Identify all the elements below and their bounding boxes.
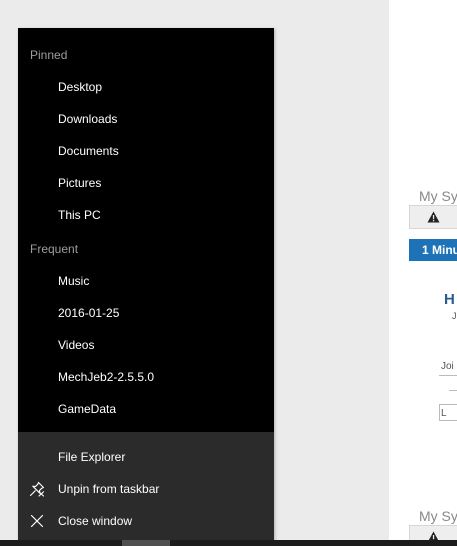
last-label: L [441, 408, 447, 419]
pinned-item-pictures[interactable]: Pictures [18, 168, 274, 198]
unpin-from-taskbar-task[interactable]: Unpin from taskbar [18, 474, 274, 504]
frequent-header: Frequent [30, 242, 79, 256]
close-icon [30, 514, 44, 528]
unpin-icon [29, 481, 45, 497]
divider [449, 390, 457, 391]
warning-box-top [409, 205, 457, 229]
pinned-item-this-pc[interactable]: This PC [18, 200, 274, 230]
time-filter-tab[interactable]: 1 Minu [409, 239, 457, 261]
pinned-header: Pinned [30, 48, 68, 62]
taskbar [0, 540, 457, 546]
joined-label: Joi [441, 361, 454, 372]
divider [439, 405, 440, 420]
divider [439, 420, 457, 421]
frequent-item-music[interactable]: Music [18, 266, 274, 296]
tasks-section: File Explorer Unpin from taskbar Close w… [18, 432, 274, 540]
frequent-item-gamedata[interactable]: GameData [18, 394, 274, 424]
file-explorer-jump-list: Pinned Desktop Downloads Documents Pictu… [18, 28, 274, 540]
frequent-item-mechjeb[interactable]: MechJeb2-2.5.5.0 [18, 362, 274, 392]
close-window-label: Close window [58, 514, 133, 528]
warning-box-bottom [409, 525, 457, 540]
unpin-label: Unpin from taskbar [58, 482, 160, 496]
warning-icon [427, 211, 440, 223]
taskbar-file-explorer-button[interactable] [122, 540, 170, 546]
pinned-item-documents[interactable]: Documents [18, 136, 274, 166]
section-heading-bottom: My Sy [419, 508, 457, 524]
frequent-item-videos[interactable]: Videos [18, 330, 274, 360]
divider [439, 375, 457, 376]
pinned-item-downloads[interactable]: Downloads [18, 104, 274, 134]
section-heading-top: My Sy [419, 188, 457, 204]
file-explorer-task[interactable]: File Explorer [18, 442, 274, 472]
divider [439, 404, 457, 405]
frequent-item-2016-01-25[interactable]: 2016-01-25 [18, 298, 274, 328]
user-initial: H [444, 291, 455, 308]
pinned-item-desktop[interactable]: Desktop [18, 72, 274, 102]
user-subtext: J [452, 311, 457, 321]
background-webpage: My Sy 1 Minu H J Joi L My Sy [389, 0, 457, 540]
close-window-task[interactable]: Close window [18, 506, 274, 536]
warning-icon [428, 531, 439, 540]
